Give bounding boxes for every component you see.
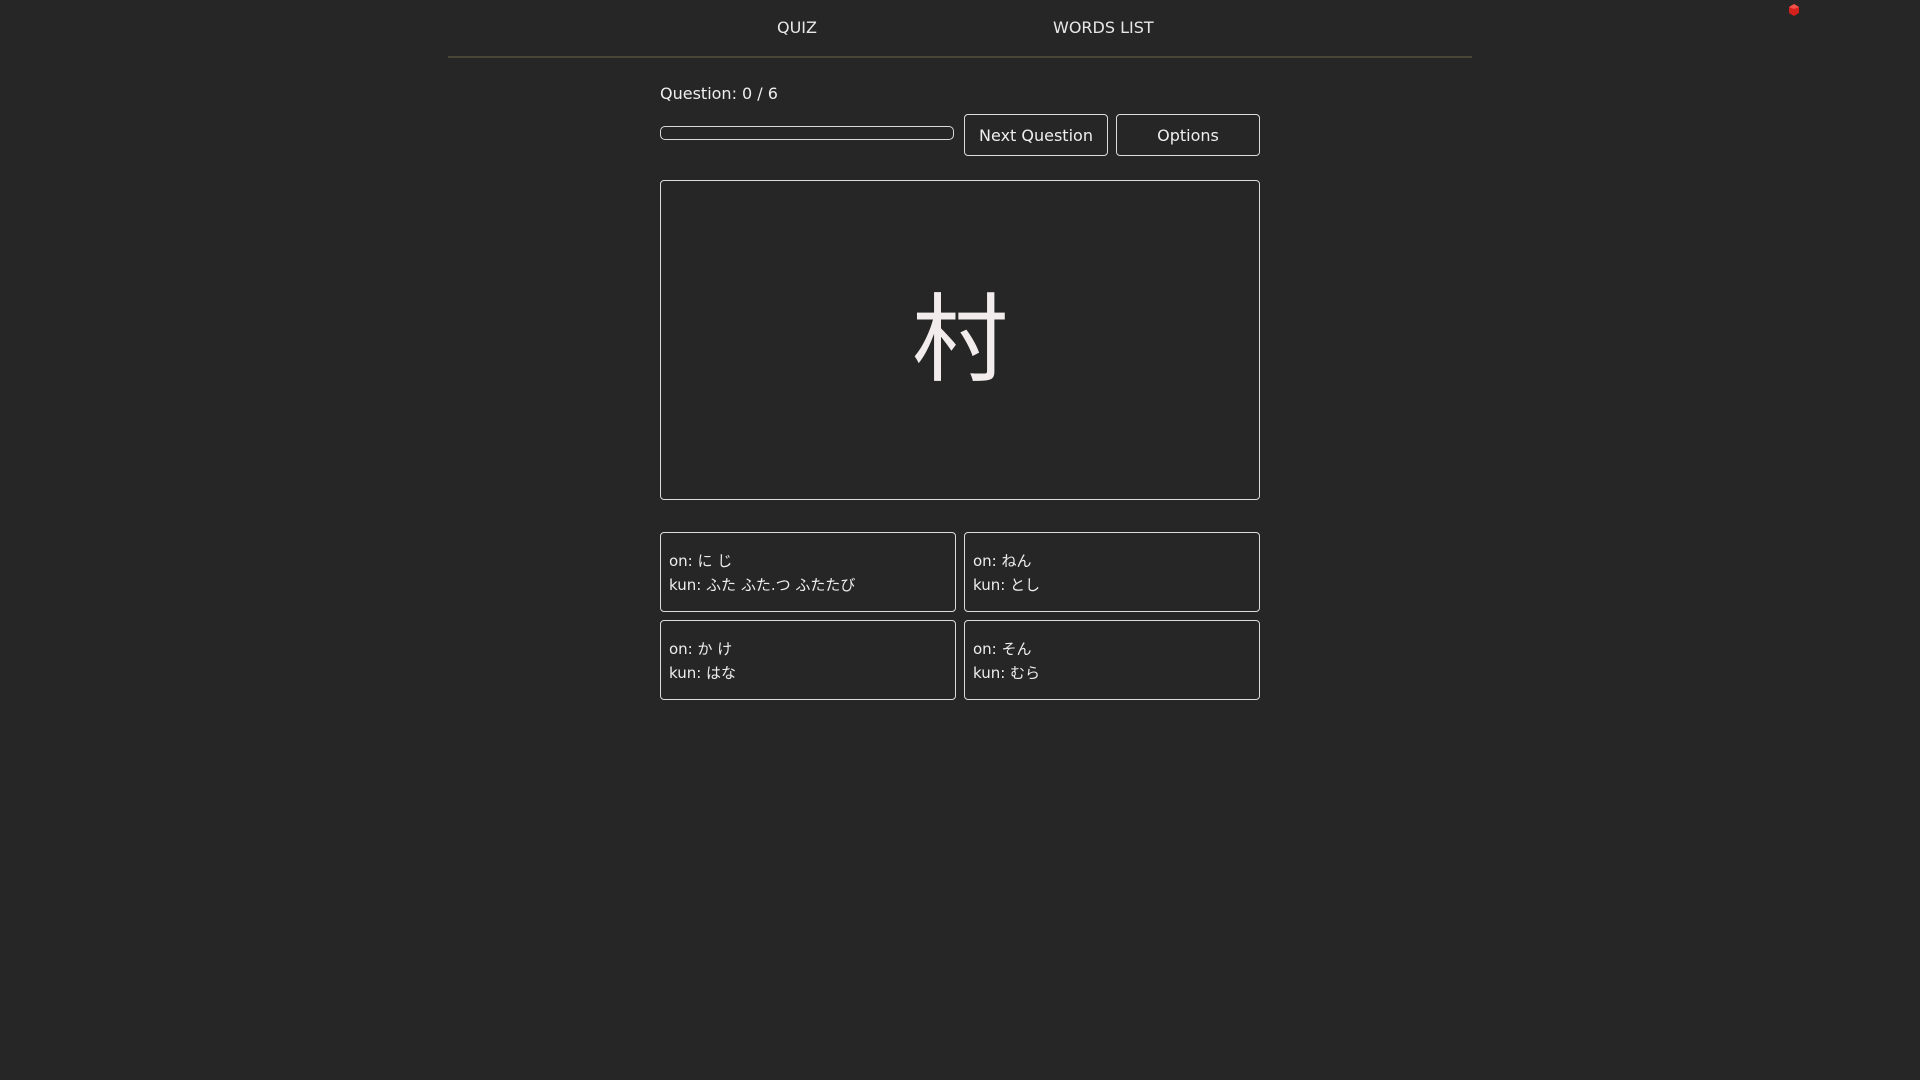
answer-on-reading: on: ねん <box>973 552 1032 570</box>
answer-kun-reading: kun: むら <box>973 664 1041 682</box>
answer-kun-reading: kun: ふた ふた.つ ふたたび <box>669 576 856 594</box>
answer-option-3[interactable]: on: か け kun: はな <box>660 620 956 700</box>
next-question-button[interactable]: Next Question <box>964 114 1108 156</box>
top-nav: QUIZ WORDS LIST <box>448 0 1472 58</box>
kanji-card: 村 <box>660 180 1260 500</box>
options-button[interactable]: Options <box>1116 114 1260 156</box>
nav-words-list-link[interactable]: WORDS LIST <box>1053 18 1154 37</box>
answer-option-2[interactable]: on: ねん kun: とし <box>964 532 1260 612</box>
answer-kun-reading: kun: とし <box>973 576 1041 594</box>
answer-on-reading: on: そん <box>973 640 1032 658</box>
red-gem-icon[interactable] <box>1787 3 1801 17</box>
answer-option-1[interactable]: on: に じ kun: ふた ふた.つ ふたたび <box>660 532 956 612</box>
answer-on-reading: on: に じ <box>669 552 733 570</box>
kanji-character: 村 <box>912 284 1008 396</box>
answer-option-4[interactable]: on: そん kun: むら <box>964 620 1260 700</box>
nav-quiz-link[interactable]: QUIZ <box>777 18 817 37</box>
answer-on-reading: on: か け <box>669 640 733 658</box>
question-counter: Question: 0 / 6 <box>660 84 778 103</box>
quiz-progress-bar <box>660 126 954 140</box>
answer-kun-reading: kun: はな <box>669 664 737 682</box>
